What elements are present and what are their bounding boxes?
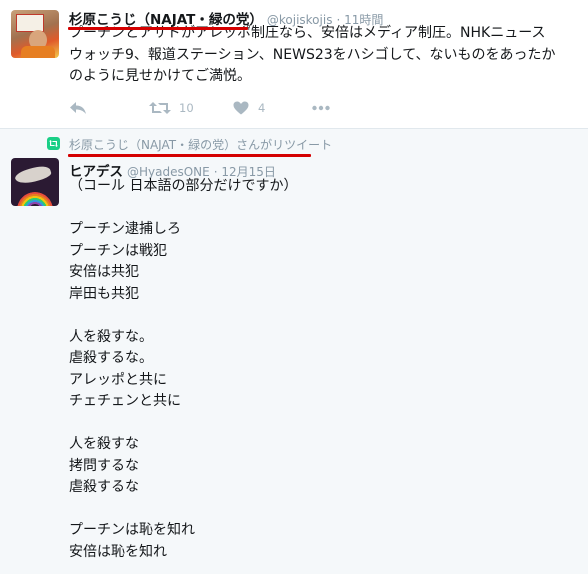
tweet-actions: 10 4 <box>69 96 369 120</box>
avatar[interactable] <box>11 10 59 58</box>
tweet-text-line: 人を殺すな <box>69 436 139 452</box>
tweet-text-line: ウォッチ9、報道ステーション、NEWS23をハシゴして、ないものをあったか <box>69 46 556 63</box>
avatar-rainbow-shape <box>17 192 53 206</box>
annotation-underline <box>68 154 311 157</box>
tweet-text-line: チェチェンと共に <box>69 393 181 409</box>
tweet-text-line: 人を殺すな。 <box>69 328 153 345</box>
tweet-text: （コール 日本語の部分だけですか） プーチン逮捕しろ プーチンは戦犯 安倍は共犯… <box>69 176 577 563</box>
like-button[interactable]: 4 <box>233 96 265 120</box>
tweet-text-line: 岸田も共犯 <box>69 285 139 302</box>
tweet-text-line: 虐殺するな <box>69 479 139 495</box>
retweet-context: 杉原こうじ（NAJAT・緑の党）さんがリツイート <box>47 136 577 156</box>
like-count: 4 <box>258 101 266 115</box>
retweet-count: 10 <box>179 101 194 115</box>
retweet-icon <box>149 101 171 115</box>
retweet-badge-icon <box>47 137 60 150</box>
tweet-text-line: プーチンは戦犯 <box>69 242 167 259</box>
tweet-text-line: プーチン逮捕しろ <box>69 221 181 237</box>
avatar-wing-shape <box>13 162 53 188</box>
annotation-underline <box>68 27 248 30</box>
avatar-shirt-shape <box>21 46 55 58</box>
tweet-text-line: 虐殺するな。 <box>69 350 153 366</box>
avatar[interactable] <box>11 158 59 206</box>
more-icon <box>312 105 330 111</box>
heart-icon <box>233 101 249 115</box>
tweet-text-line: 安倍は共犯 <box>69 264 139 280</box>
tweet-1[interactable]: 杉原こうじ（NAJAT・緑の党） @kojiskojis · 11時間 プーチン… <box>0 0 588 129</box>
more-button[interactable] <box>312 96 330 120</box>
tweet-text-line: プーチンは恥を知れ <box>69 522 195 538</box>
reply-icon <box>69 101 87 115</box>
tweet-text: プーチンとアサドがアレッポ制圧なら、安倍はメディア制圧。NHKニュース ウォッチ… <box>69 23 577 88</box>
tweet-text-line: 拷問するな <box>69 457 139 474</box>
tweet-text-line: 安倍は恥を知れ <box>69 543 167 560</box>
reply-button[interactable] <box>69 96 87 120</box>
tweet-text-line: （コール 日本語の部分だけですか） <box>69 178 298 194</box>
retweet-context-text[interactable]: 杉原こうじ（NAJAT・緑の党）さんがリツイート <box>69 136 332 153</box>
tweet-text-line: アレッポと共に <box>69 371 167 388</box>
retweet-button[interactable]: 10 <box>149 96 194 120</box>
tweet-text-line: のように見せかけてご満悦。 <box>69 68 251 84</box>
